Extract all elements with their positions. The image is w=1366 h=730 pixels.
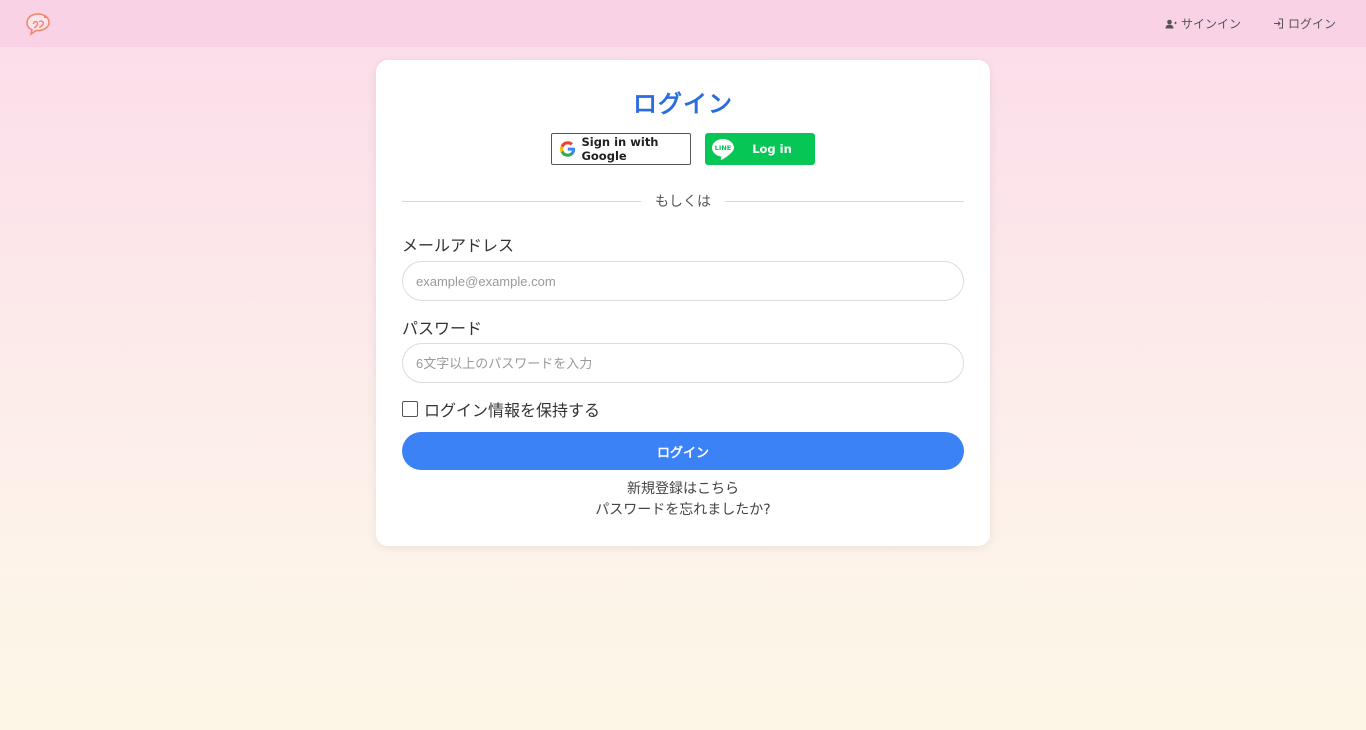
google-signin-button[interactable]: Sign in with Google — [551, 133, 691, 165]
remember-label[interactable]: ログイン情報を保持する — [424, 397, 600, 421]
email-field[interactable] — [402, 261, 964, 301]
divider-rule-right — [725, 200, 964, 202]
remember-checkbox[interactable] — [402, 401, 418, 417]
top-navbar: サインイン ログイン — [0, 0, 1366, 47]
login-submit-button[interactable]: ログイン — [402, 432, 964, 470]
password-field[interactable] — [402, 343, 964, 383]
line-badge-text: LINE — [714, 143, 732, 152]
app-logo[interactable] — [24, 10, 52, 38]
divider-rule-left — [402, 200, 641, 202]
login-arrow-icon — [1273, 18, 1283, 29]
speech-bubble-logo-icon — [26, 12, 50, 36]
email-label: メールアドレス — [402, 236, 515, 255]
line-logo-icon: LINE — [709, 135, 737, 163]
line-button-label: Log in — [752, 142, 792, 156]
sso-buttons: Sign in with Google LINE Log in — [0, 133, 1366, 165]
page-title: ログイン — [633, 90, 733, 118]
nav-login-link[interactable]: ログイン — [1273, 15, 1336, 32]
password-label: パスワード — [402, 319, 483, 338]
forgot-password-link[interactable]: パスワードを忘れましたか? — [402, 499, 964, 519]
nav-signup-link[interactable]: サインイン — [1165, 15, 1241, 32]
register-link[interactable]: 新規登録はこちら — [402, 478, 964, 498]
submit-label: ログイン — [656, 445, 709, 461]
or-divider: もしくは — [402, 191, 964, 211]
nav-links: サインイン ログイン — [1165, 15, 1336, 32]
divider-text: もしくは — [655, 194, 711, 210]
google-g-icon — [560, 141, 576, 157]
remember-me: ログイン情報を保持する — [402, 397, 600, 421]
nav-login-label: ログイン — [1287, 17, 1336, 31]
nav-signup-label: サインイン — [1180, 17, 1241, 31]
user-plus-icon — [1165, 19, 1177, 28]
line-login-button[interactable]: LINE Log in — [705, 133, 815, 165]
google-button-label: Sign in with Google — [581, 135, 659, 163]
